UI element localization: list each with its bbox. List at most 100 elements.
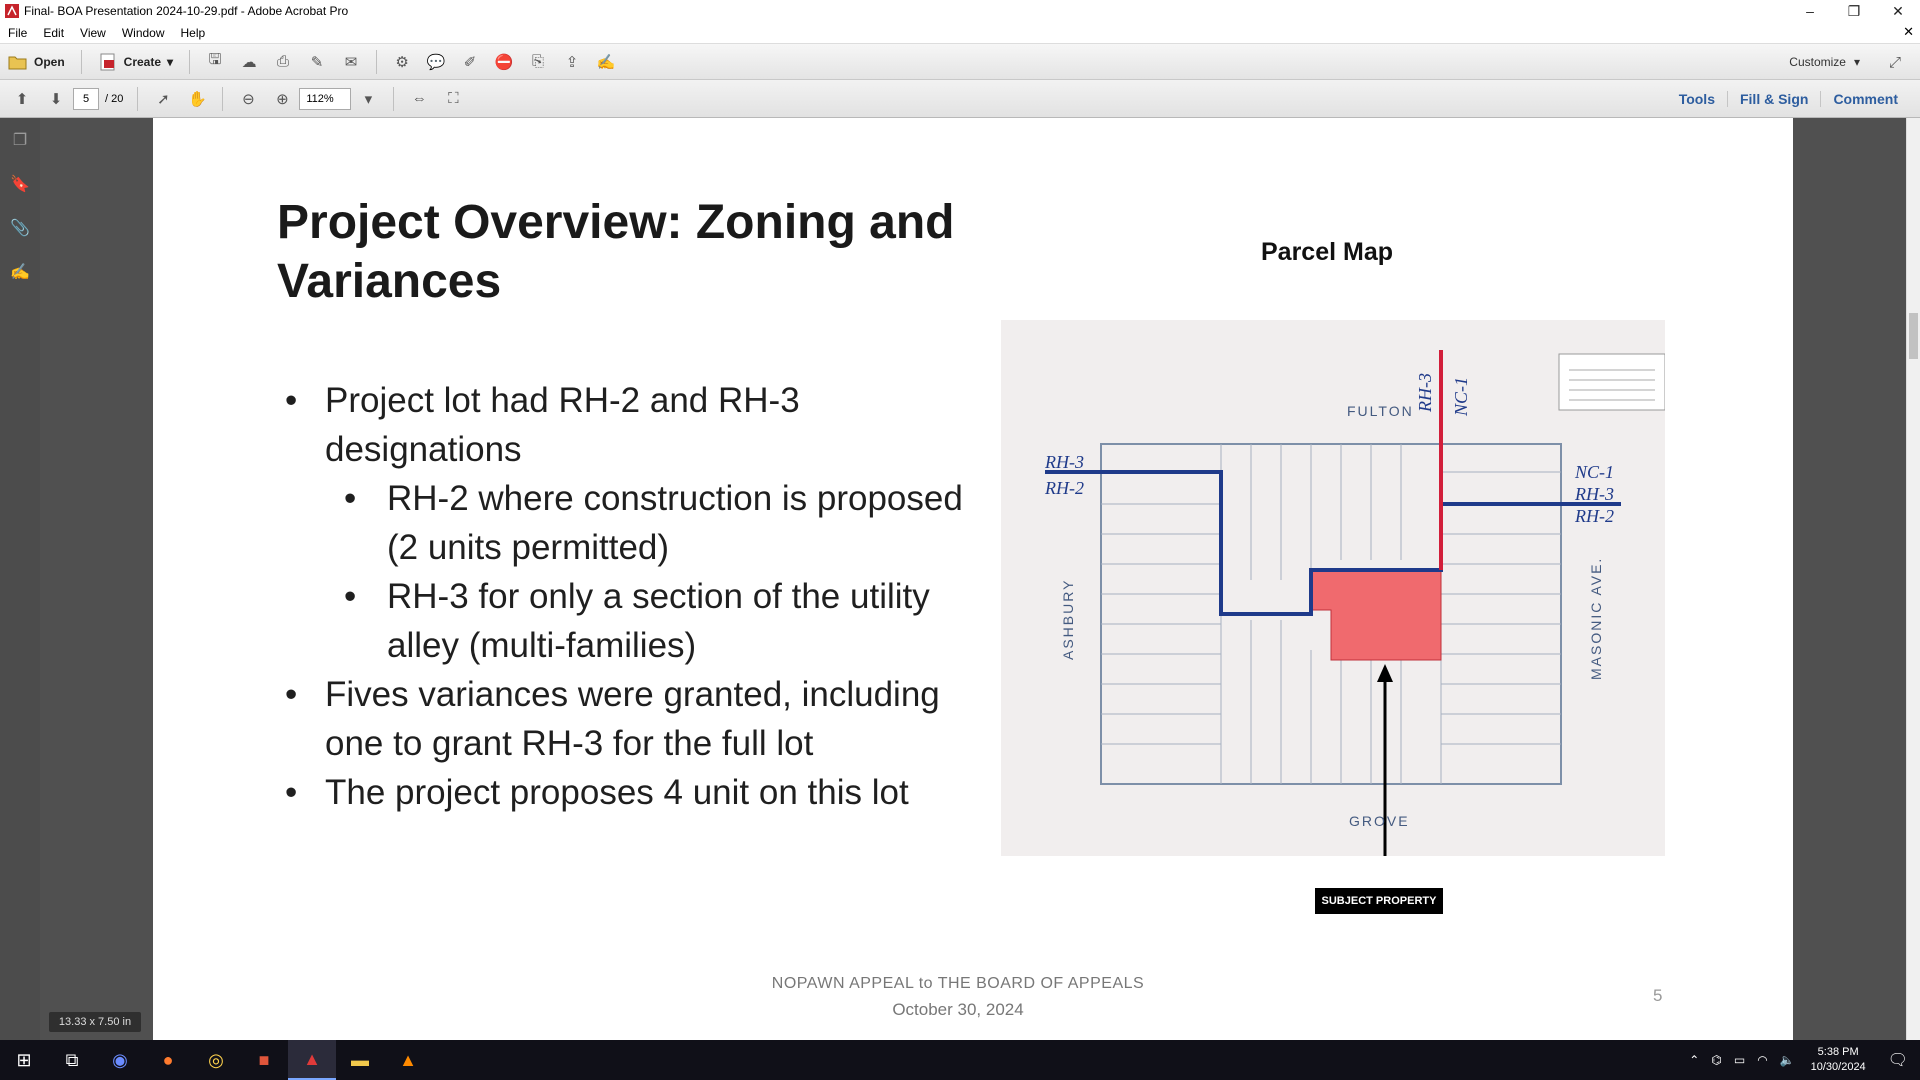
attach-icon[interactable]: ⎘: [526, 50, 550, 74]
volume-icon[interactable]: 🔈: [1774, 1053, 1801, 1067]
acrobat-taskbar-icon[interactable]: ▲: [288, 1040, 336, 1080]
page-size-badge: 13.33 x 7.50 in: [49, 1012, 141, 1032]
fit-page-icon[interactable]: ⛶: [441, 87, 465, 111]
previous-page-icon[interactable]: ⬆: [10, 87, 34, 111]
zoom-in-icon[interactable]: ⊕: [270, 87, 294, 111]
open-button[interactable]: Open: [0, 48, 73, 76]
start-icon[interactable]: ⊞: [0, 1040, 48, 1080]
save-icon[interactable]: 🖫: [203, 50, 227, 74]
system-tray: ⌃ ⌬ ▭ ◠ 🔈 5:38 PM 10/30/2024 🗨: [1683, 1040, 1920, 1080]
bullet-list: Project lot had RH-2 and RH-3 designatio…: [277, 376, 977, 817]
next-page-icon[interactable]: ⬇: [44, 87, 68, 111]
slide-page-number: 5: [1653, 986, 1663, 1005]
subject-property-text: SUBJECT PROPERTY: [1321, 895, 1437, 907]
scrollbar-thumb[interactable]: [1909, 313, 1918, 359]
bullet-item: The project proposes 4 unit on this lot: [277, 768, 977, 817]
close-button[interactable]: ✕: [1876, 0, 1920, 22]
navigation-toolbar: ⬆ ⬇ 5 / 20 ➚ ✋ ⊖ ⊕ 112% ▾ ⇔ ⛶: [0, 80, 1920, 118]
zone-label-rh3-top: RH-3: [1415, 373, 1435, 413]
zoom-dropdown-icon[interactable]: ▾: [356, 87, 380, 111]
file-explorer-icon[interactable]: ▬: [336, 1040, 384, 1080]
slide-title: Project Overview: Zoning and Variances: [277, 196, 955, 308]
sign-icon[interactable]: ✍: [594, 50, 618, 74]
attachments-icon[interactable]: 📎: [9, 218, 31, 240]
toolbar-separator: [189, 49, 191, 74]
map-label-fulton: FULTON: [1347, 403, 1414, 419]
zoom-out-icon[interactable]: ⊖: [236, 87, 260, 111]
window-titlebar: Final- BOA Presentation 2024-10-29.pdf -…: [0, 0, 1920, 22]
battery-icon[interactable]: ▭: [1728, 1053, 1751, 1067]
restore-button[interactable]: ❐: [1832, 0, 1876, 22]
network-icon[interactable]: ⌬: [1705, 1053, 1727, 1067]
select-tool-icon[interactable]: ➚: [151, 87, 175, 111]
menu-window[interactable]: Window: [114, 26, 173, 40]
expand-icon[interactable]: ⤢: [1883, 50, 1907, 74]
bookmarks-icon[interactable]: 🔖: [9, 174, 31, 196]
menu-bar: File Edit View Window Help ✕: [0, 22, 1920, 44]
toolbar-separator: [222, 86, 224, 111]
page-number-input[interactable]: 5: [73, 87, 99, 110]
pdf-page: Project Overview: Zoning and Variances P…: [153, 118, 1793, 1040]
page-thumbnails-icon[interactable]: ❐: [9, 130, 31, 152]
copilot-icon[interactable]: ◉: [96, 1040, 144, 1080]
document-close-icon[interactable]: ✕: [1903, 24, 1914, 40]
comment-link[interactable]: Comment: [1820, 91, 1910, 107]
export-icon[interactable]: ⇪: [560, 50, 584, 74]
fit-width-icon[interactable]: ⇔: [407, 87, 431, 111]
vlc-icon[interactable]: ▲: [384, 1040, 432, 1080]
customize-dropdown[interactable]: Customize ▾: [1789, 44, 1860, 80]
hand-tool-icon[interactable]: ✋: [185, 87, 209, 111]
folder-icon: [8, 56, 27, 69]
zoom-input[interactable]: 112%: [299, 87, 352, 110]
wifi-icon[interactable]: ◠: [1751, 1053, 1773, 1067]
create-label: Create: [123, 54, 162, 69]
acrobat-app-icon: [5, 4, 19, 18]
task-pane-links: Tools Fill & Sign Comment: [1667, 80, 1910, 118]
highlight-icon[interactable]: ✐: [458, 50, 482, 74]
subject-property-label: SUBJECT PROPERTY: [1315, 888, 1443, 914]
clock-date: 10/30/2024: [1810, 1061, 1866, 1073]
navigation-pane: ❐ 🔖 📎 ✍: [0, 118, 40, 1040]
bullet-item: Fives variances were granted, including …: [277, 670, 977, 768]
menu-view[interactable]: View: [72, 26, 114, 40]
open-label: Open: [34, 54, 65, 69]
chrome-icon[interactable]: ◎: [192, 1040, 240, 1080]
toolbar-separator: [137, 86, 139, 111]
zone-label-nc1-top: NC-1: [1451, 377, 1471, 417]
gear-icon[interactable]: ⚙: [390, 50, 414, 74]
sub-bullet-item: RH-2 where construction is proposed (2 u…: [277, 474, 977, 572]
clock-time: 5:38 PM: [1817, 1046, 1859, 1058]
show-hidden-icons-icon[interactable]: ⌃: [1683, 1053, 1705, 1067]
minimize-button[interactable]: –: [1788, 0, 1832, 22]
zone-label-nc1-right: NC-1: [1574, 462, 1614, 482]
menu-file[interactable]: File: [0, 26, 35, 40]
sub-bullet-item: RH-3 for only a section of the utility a…: [277, 572, 977, 670]
firefox-icon[interactable]: ●: [144, 1040, 192, 1080]
toolbar-separator: [80, 49, 82, 74]
customize-label: Customize: [1789, 55, 1846, 69]
task-view-icon[interactable]: ⧉: [48, 1040, 96, 1080]
powerpoint-icon[interactable]: ■: [240, 1040, 288, 1080]
create-button[interactable]: Create ▾: [90, 48, 181, 76]
vertical-scrollbar[interactable]: [1906, 118, 1920, 1040]
stamp-icon[interactable]: ⛔: [492, 50, 516, 74]
email-icon[interactable]: ✉: [339, 50, 363, 74]
map-label-ashbury: ASHBURY: [1060, 579, 1076, 660]
notifications-icon[interactable]: 🗨: [1876, 1050, 1920, 1070]
comment-icon[interactable]: 💬: [424, 50, 448, 74]
fill-sign-link[interactable]: Fill & Sign: [1726, 91, 1820, 107]
print-icon[interactable]: ⎙: [271, 50, 295, 74]
signatures-icon[interactable]: ✍: [9, 262, 31, 284]
menu-edit[interactable]: Edit: [35, 26, 72, 40]
bullet-item: Project lot had RH-2 and RH-3 designatio…: [277, 376, 977, 474]
zone-label-rh3-right: RH-3: [1574, 484, 1614, 504]
clock[interactable]: 5:38 PM 10/30/2024: [1801, 1045, 1876, 1075]
cloud-upload-icon[interactable]: ☁: [237, 50, 261, 74]
edit-icon[interactable]: ✎: [305, 50, 329, 74]
menu-help[interactable]: Help: [173, 26, 214, 40]
parcel-map: FULTON GROVE ASHBURY MASONIC AVE. RH-3 R…: [1001, 320, 1665, 856]
map-label-grove: GROVE: [1349, 813, 1410, 829]
window-title: Final- BOA Presentation 2024-10-29.pdf -…: [24, 4, 349, 18]
map-title: Parcel Map: [1261, 238, 1394, 266]
tools-link[interactable]: Tools: [1667, 91, 1727, 107]
